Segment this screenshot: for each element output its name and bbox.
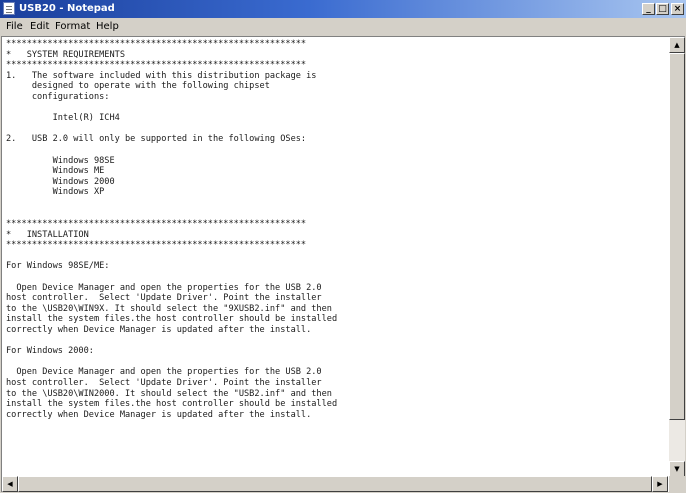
maximize-button[interactable]: □ xyxy=(656,3,669,15)
window-title: USB20 - Notepad xyxy=(19,3,115,14)
scroll-right-button[interactable]: ▶ xyxy=(652,476,668,492)
scroll-down-button[interactable]: ▼ xyxy=(669,461,685,477)
scroll-left-button[interactable]: ◀ xyxy=(2,476,18,492)
horizontal-scrollbar[interactable]: ◀ ▶ xyxy=(2,476,668,492)
notepad-window: USB20 - Notepad _ □ × File Edit Format H… xyxy=(0,0,686,493)
vertical-scrollbar[interactable]: ▲ ▼ xyxy=(669,37,685,477)
menu-edit[interactable]: Edit xyxy=(30,20,49,33)
resize-grip[interactable] xyxy=(669,476,685,492)
menu-bar: File Edit Format Help xyxy=(0,18,686,35)
caption-buttons: _ □ × xyxy=(641,3,684,15)
menu-format[interactable]: Format xyxy=(55,20,90,33)
title-bar[interactable]: USB20 - Notepad _ □ × xyxy=(0,0,686,18)
scroll-up-button[interactable]: ▲ xyxy=(669,37,685,53)
text-editor[interactable]: ****************************************… xyxy=(1,36,685,492)
minimize-button[interactable]: _ xyxy=(642,3,655,15)
document-text[interactable]: ****************************************… xyxy=(6,39,672,471)
menu-file[interactable]: File xyxy=(6,20,23,33)
notepad-icon[interactable] xyxy=(3,2,15,15)
close-button[interactable]: × xyxy=(671,3,684,15)
vertical-scroll-thumb[interactable] xyxy=(669,53,685,421)
horizontal-scroll-thumb[interactable] xyxy=(18,476,652,492)
menu-help[interactable]: Help xyxy=(96,20,119,33)
